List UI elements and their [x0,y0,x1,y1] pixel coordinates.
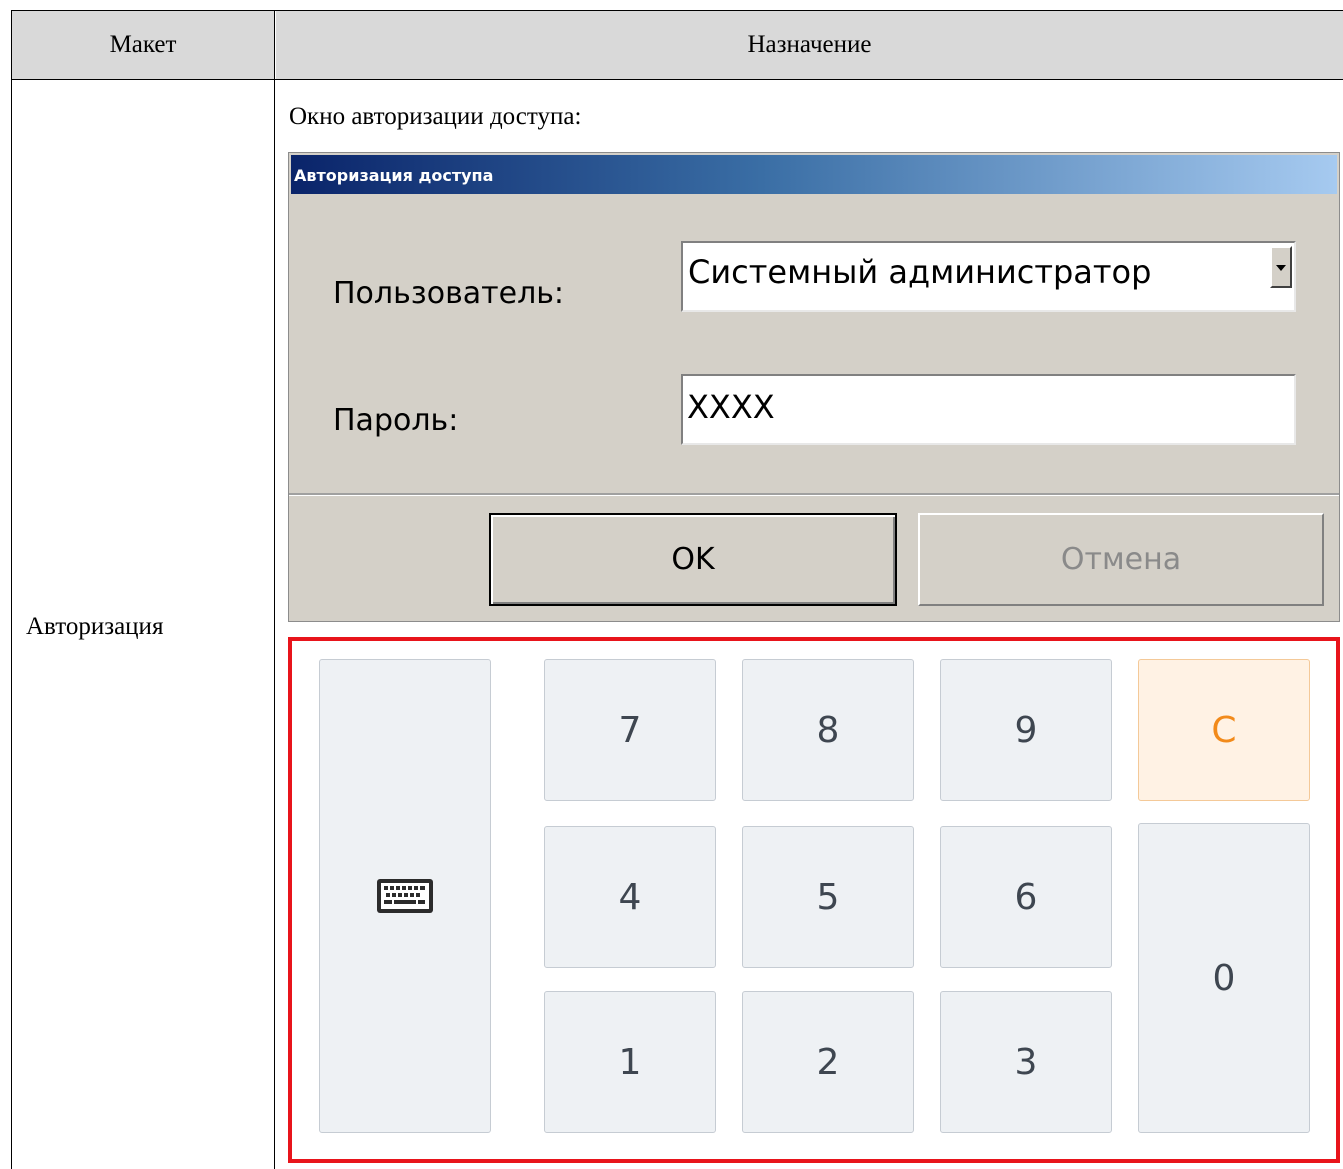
digit-3-label: 3 [1014,1041,1038,1083]
digit-2-label: 2 [816,1041,840,1083]
digit-9-key[interactable]: 9 [940,659,1112,801]
header-cell-purpose: Назначение [276,11,1343,79]
cancel-button-label: Отмена [1060,542,1182,577]
digit-3-key[interactable]: 3 [940,991,1112,1133]
password-field[interactable]: XXXX [681,374,1296,445]
digit-6-label: 6 [1014,876,1038,918]
user-select-value: Системный администратор [688,253,1152,291]
digit-6-key[interactable]: 6 [940,826,1112,968]
digit-4-key[interactable]: 4 [544,826,716,968]
digit-9-label: 9 [1014,709,1038,751]
digit-0-label: 0 [1212,957,1236,999]
intro-text: Окно авторизации доступа: [289,103,582,130]
authorization-dialog: Авторизация доступа Пользователь: Систем… [288,152,1340,622]
ok-button[interactable]: OK [489,513,897,606]
dialog-title: Авторизация доступа [294,166,494,185]
digit-0-key[interactable]: 0 [1138,823,1310,1133]
header-cell-layout: Макет [12,11,274,79]
password-value: XXXX [687,388,775,426]
clear-key[interactable]: C [1138,659,1310,801]
clear-label: C [1211,709,1237,751]
numeric-keypad: 7 8 9 C 4 5 6 0 1 2 3 [288,637,1340,1163]
table-top-border [11,10,1343,11]
cancel-button[interactable]: Отмена [918,513,1324,606]
digit-8-key[interactable]: 8 [742,659,914,801]
header-purpose-text: Назначение [747,31,872,58]
digit-7-key[interactable]: 7 [544,659,716,801]
digit-5-key[interactable]: 5 [742,826,914,968]
digit-4-label: 4 [618,876,642,918]
digit-1-label: 1 [618,1041,642,1083]
keyboard-toggle-button[interactable] [319,659,491,1133]
digit-1-key[interactable]: 1 [544,991,716,1133]
keyboard-icon [377,879,433,913]
digit-2-key[interactable]: 2 [742,991,914,1133]
row-label-authorization: Авторизация [26,613,164,640]
column-divider [274,10,275,1169]
password-label: Пароль: [333,403,459,438]
ok-button-label: OK [671,542,715,577]
header-bottom-border [11,79,1343,80]
user-select[interactable]: Системный администратор [681,241,1296,312]
user-label: Пользователь: [333,276,565,311]
digit-7-label: 7 [618,709,642,751]
table-left-border [11,10,12,1169]
digit-5-label: 5 [816,876,840,918]
dialog-titlebar[interactable]: Авторизация доступа [291,155,1337,194]
dialog-separator [289,493,1339,496]
digit-8-label: 8 [816,709,840,751]
header-layout-text: Макет [109,31,177,58]
chevron-down-icon[interactable] [1270,246,1292,288]
